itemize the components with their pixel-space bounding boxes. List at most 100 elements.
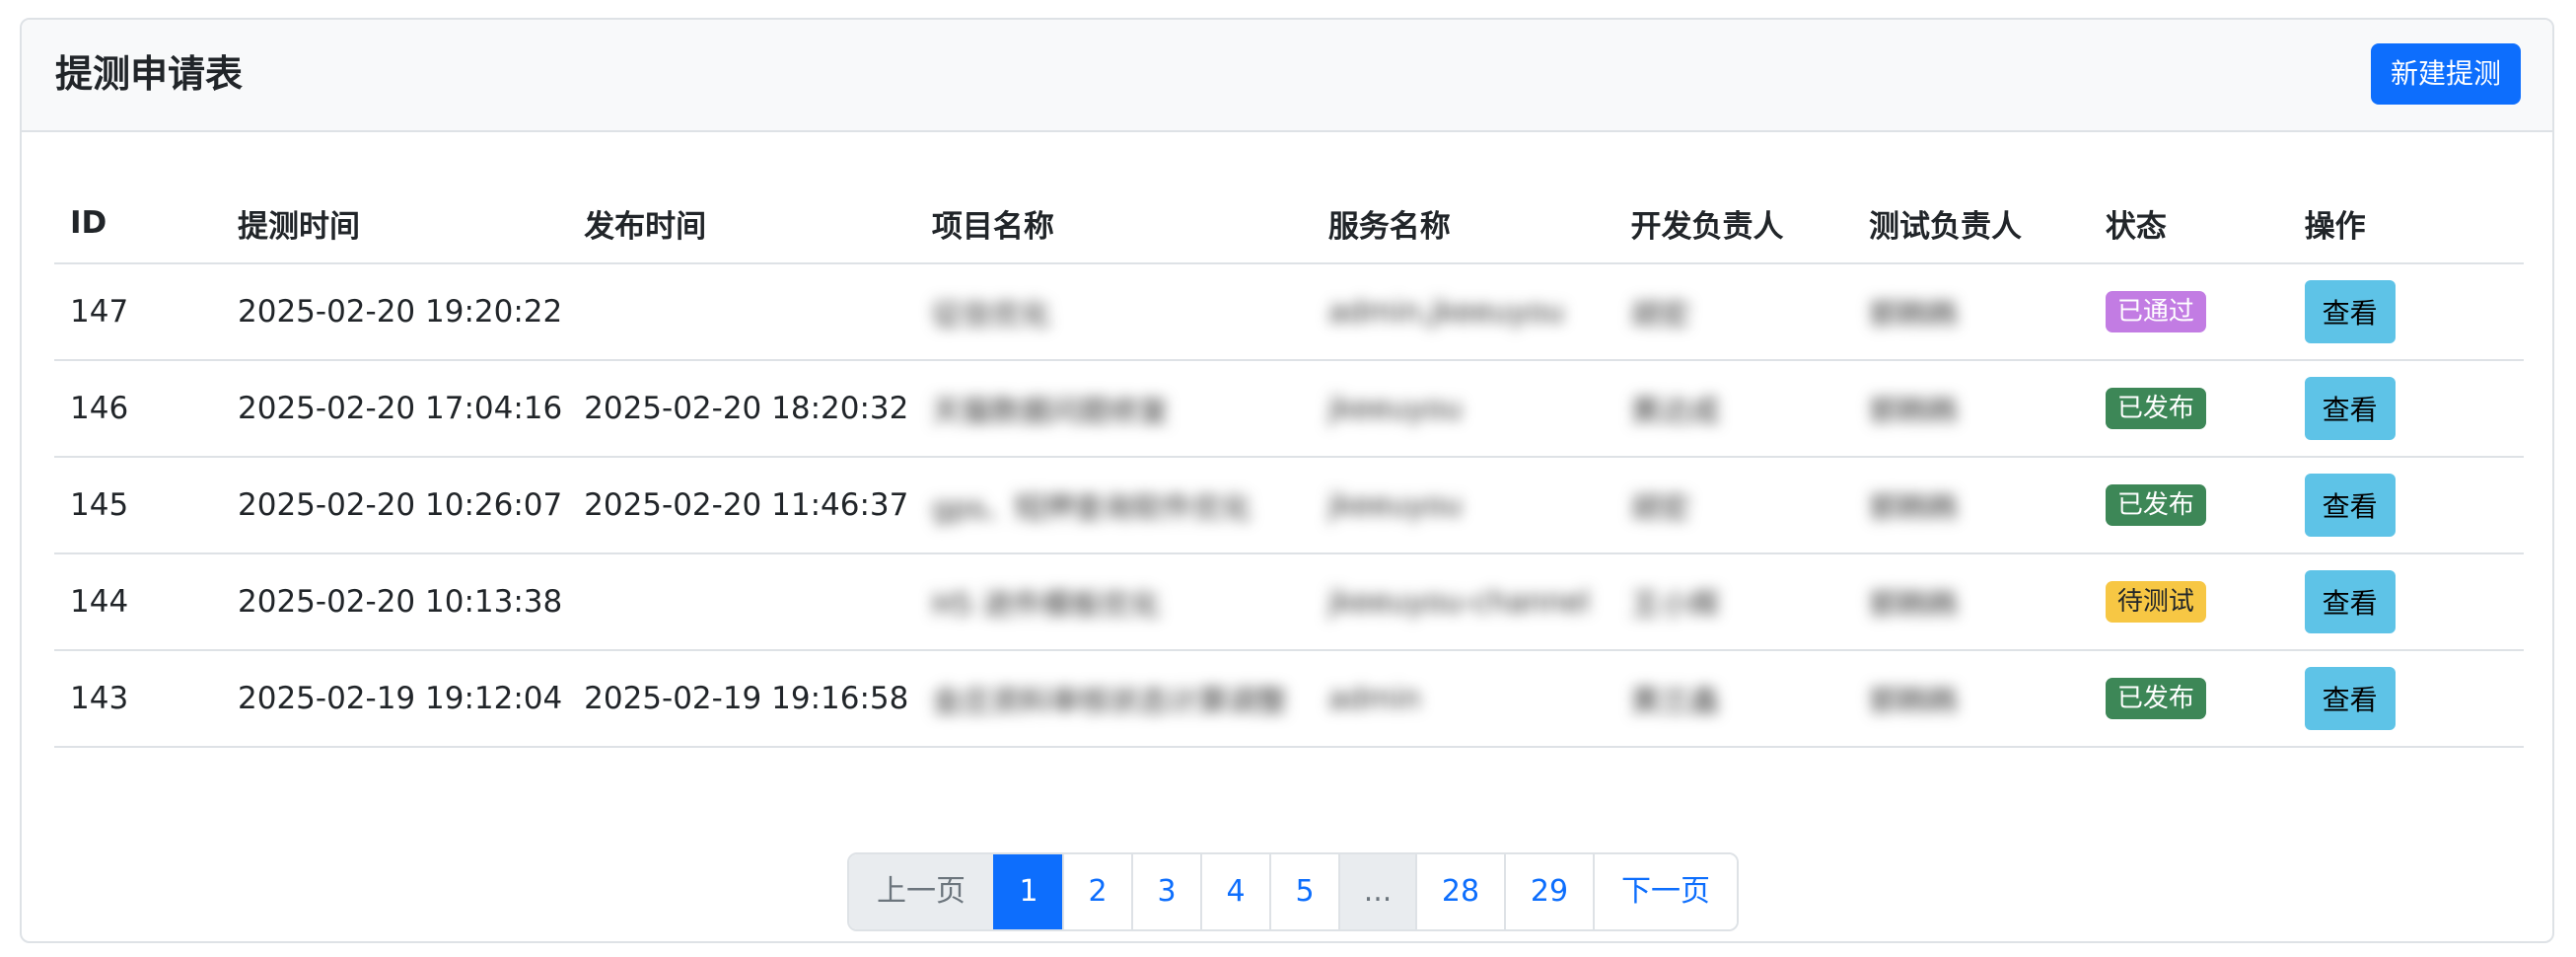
cell-status: 待测试: [2089, 553, 2289, 651]
column-header-test-owner: 测试负责人: [1852, 184, 2090, 264]
cell-dev-owner-cell: 黄兰鑫: [1614, 650, 1853, 748]
cell-dev-owner-cell: 胡宏: [1614, 263, 1853, 361]
cell-release-time: [568, 553, 916, 651]
request-table: ID 提测时间 发布时间 项目名称 服务名称 开发负责人 测试负责人 状态 操作…: [54, 184, 2524, 748]
cell-service-cell: admin: [1312, 650, 1615, 748]
cell-id: 143: [54, 650, 222, 748]
cell-submit-time: 2025-02-19 19:12:04: [222, 650, 569, 748]
cell-project-cell: 征信优化: [915, 263, 1313, 361]
column-header-submit-time: 提测时间: [222, 184, 569, 264]
column-header-action: 操作: [2288, 184, 2524, 264]
cell-service-cell: admin,jkeeuyou: [1312, 263, 1615, 361]
cell-id: 147: [54, 263, 222, 361]
cell-test-owner: 郭韩韩: [1868, 395, 1958, 429]
page-button-4[interactable]: 4: [1200, 854, 1269, 929]
view-button[interactable]: 查看: [2304, 377, 2396, 440]
cell-dev-owner-cell: 黄达成: [1614, 360, 1853, 458]
column-header-id: ID: [54, 184, 222, 264]
cell-status: 已通过: [2089, 263, 2289, 361]
cell-project-cell: H5 进件模板优化: [915, 553, 1313, 651]
cell-service: jkeeuyou-channel: [1327, 585, 1591, 620]
status-badge: 已发布: [2105, 678, 2206, 719]
cell-project: 征信优化: [931, 298, 1050, 332]
status-badge: 已发布: [2105, 388, 2206, 429]
cell-service: admin: [1327, 682, 1421, 716]
card-header: 提测申请表 新建提测: [22, 20, 2552, 132]
cell-project: 金庄资料审核状态计算调整: [931, 685, 1287, 719]
cell-dev-owner: 黄达成: [1630, 395, 1720, 429]
page-title: 提测申请表: [55, 52, 244, 96]
table-row: 145 2025-02-20 10:26:07 2025-02-20 11:46:3…: [54, 457, 2524, 554]
test-request-card: 提测申请表 新建提测 ID 提测时间 发布时间 项目名称 服务名称 开发负责人 …: [20, 18, 2554, 943]
cell-submit-time: 2025-02-20 19:20:22: [222, 263, 569, 361]
cell-service: admin,jkeeuyou: [1327, 295, 1565, 330]
cell-project: 天猫数据问题修复: [931, 395, 1169, 429]
column-header-service: 服务名称: [1312, 184, 1615, 264]
view-button[interactable]: 查看: [2304, 474, 2396, 537]
cell-status: 已发布: [2089, 650, 2289, 748]
table-body: 147 2025-02-20 19:20:22 征信优化 admin,jkeeuyou…: [54, 263, 2524, 748]
new-request-button[interactable]: 新建提测: [2370, 43, 2521, 105]
page-button-2[interactable]: 2: [1062, 854, 1131, 929]
cell-test-owner-cell: 郭韩韩: [1852, 650, 2090, 748]
status-badge: 已通过: [2105, 291, 2206, 332]
cell-dev-owner: 王小辉: [1630, 588, 1720, 623]
page-button-5[interactable]: 5: [1269, 854, 1338, 929]
cell-test-owner: 郭韩韩: [1868, 298, 1958, 332]
cell-submit-time: 2025-02-20 10:26:07: [222, 457, 569, 554]
cell-status: 已发布: [2089, 360, 2289, 458]
view-button[interactable]: 查看: [2304, 280, 2396, 343]
next-page-button[interactable]: 下一页: [1593, 854, 1737, 929]
cell-status: 已发布: [2089, 457, 2289, 554]
cell-dev-owner: 黄兰鑫: [1630, 685, 1720, 719]
table-row: 146 2025-02-20 17:04:16 2025-02-20 18:20:3…: [54, 360, 2524, 458]
cell-release-time: 2025-02-19 19:16:58: [568, 650, 916, 748]
cell-id: 146: [54, 360, 222, 458]
cell-test-owner-cell: 郭韩韩: [1852, 457, 2090, 554]
cell-test-owner: 郭韩韩: [1868, 588, 1958, 623]
table-row: 144 2025-02-20 10:13:38 H5 进件模板优化 jkeeuyou-…: [54, 553, 2524, 651]
page-ellipsis: ...: [1338, 854, 1415, 929]
cell-test-owner-cell: 郭韩韩: [1852, 553, 2090, 651]
cell-dev-owner: 胡宏: [1630, 298, 1690, 332]
cell-submit-time: 2025-02-20 17:04:16: [222, 360, 569, 458]
cell-action: 查看: [2288, 650, 2524, 748]
column-header-project: 项目名称: [915, 184, 1313, 264]
prev-page-button: 上一页: [849, 854, 993, 929]
cell-project-cell: 金庄资料审核状态计算调整: [915, 650, 1313, 748]
cell-action: 查看: [2288, 263, 2524, 361]
table-header-row: ID 提测时间 发布时间 项目名称 服务名称 开发负责人 测试负责人 状态 操作: [54, 184, 2524, 264]
page-button-28[interactable]: 28: [1415, 854, 1504, 929]
column-header-status: 状态: [2089, 184, 2289, 264]
status-badge: 待测试: [2105, 581, 2206, 623]
cell-test-owner-cell: 郭韩韩: [1852, 263, 2090, 361]
page-button-29[interactable]: 29: [1504, 854, 1593, 929]
column-header-dev-owner: 开发负责人: [1614, 184, 1853, 264]
status-badge: 已发布: [2105, 484, 2206, 526]
cell-dev-owner-cell: 胡宏: [1614, 457, 1853, 554]
cell-dev-owner: 胡宏: [1630, 491, 1690, 526]
cell-id: 144: [54, 553, 222, 651]
cell-id: 145: [54, 457, 222, 554]
cell-dev-owner-cell: 王小辉: [1614, 553, 1853, 651]
cell-release-time: 2025-02-20 18:20:32: [568, 360, 916, 458]
table-row: 147 2025-02-20 19:20:22 征信优化 admin,jkeeuyou…: [54, 263, 2524, 361]
cell-test-owner-cell: 郭韩韩: [1852, 360, 2090, 458]
cell-service-cell: jkeeuyou-channel: [1312, 553, 1615, 651]
cell-release-time: [568, 263, 916, 361]
cell-project: gps、短押查询软件优化: [931, 491, 1252, 526]
cell-service: jkeeuyou: [1327, 392, 1463, 426]
view-button[interactable]: 查看: [2304, 570, 2396, 633]
cell-action: 查看: [2288, 360, 2524, 458]
cell-project: H5 进件模板优化: [931, 588, 1161, 623]
table-row: 143 2025-02-19 19:12:04 2025-02-19 19:16:5…: [54, 650, 2524, 748]
page-button-3[interactable]: 3: [1131, 854, 1200, 929]
page-button-1[interactable]: 1: [993, 854, 1062, 929]
view-button[interactable]: 查看: [2304, 667, 2396, 730]
cell-action: 查看: [2288, 553, 2524, 651]
cell-submit-time: 2025-02-20 10:13:38: [222, 553, 569, 651]
cell-service-cell: jkeeuyou: [1312, 360, 1615, 458]
cell-project-cell: 天猫数据问题修复: [915, 360, 1313, 458]
cell-release-time: 2025-02-20 11:46:37: [568, 457, 916, 554]
cell-service-cell: jkeeuyou: [1312, 457, 1615, 554]
